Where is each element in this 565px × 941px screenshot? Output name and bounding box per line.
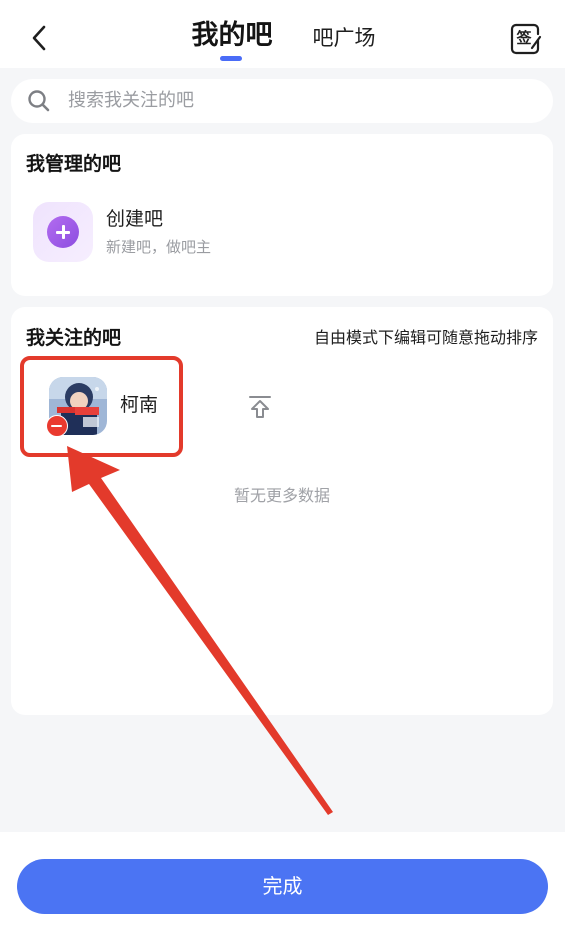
create-forum-subtitle: 新建吧，做吧主: [106, 238, 212, 256]
search-placeholder: 搜索我关注的吧: [68, 90, 194, 111]
create-forum-button[interactable]: 创建吧 新建吧，做吧主: [33, 200, 293, 264]
remove-forum-button[interactable]: [46, 415, 68, 437]
done-button[interactable]: 完成: [17, 859, 548, 914]
plus-icon: [47, 216, 79, 248]
bottom-action-bar: 完成: [0, 832, 565, 941]
search-input[interactable]: 搜索我关注的吧: [11, 79, 553, 123]
sign-in-label: 签: [516, 29, 532, 47]
tab-forum-square[interactable]: 吧广场: [302, 20, 386, 56]
managed-forums-title: 我管理的吧: [26, 153, 122, 175]
create-forum-title: 创建吧: [106, 208, 164, 230]
managed-forums-card: 我管理的吧 创建吧 新建吧，做吧主: [11, 134, 553, 296]
followed-forums-title: 我关注的吧: [26, 327, 122, 349]
create-forum-icon-tile: [33, 202, 93, 262]
back-button[interactable]: [22, 20, 56, 56]
tab-my-forums[interactable]: 我的吧: [188, 16, 276, 56]
reorder-hint: 自由模式下编辑可随意拖动排序: [313, 328, 538, 347]
sign-in-button[interactable]: 签: [508, 22, 542, 56]
chevron-left-icon: [32, 25, 46, 51]
active-tab-indicator: [220, 56, 242, 61]
top-navigation-bar: 我的吧 吧广场 签: [0, 0, 565, 68]
forum-name: 柯南: [120, 394, 159, 416]
followed-forums-card: 我关注的吧 自由模式下编辑可随意拖动排序 柯南 暂无更多数据: [11, 307, 553, 715]
followed-forum-item[interactable]: 柯南: [46, 375, 187, 439]
move-to-top-icon[interactable]: [247, 394, 273, 420]
empty-state-text: 暂无更多数据: [233, 486, 330, 505]
search-icon: [28, 90, 50, 112]
